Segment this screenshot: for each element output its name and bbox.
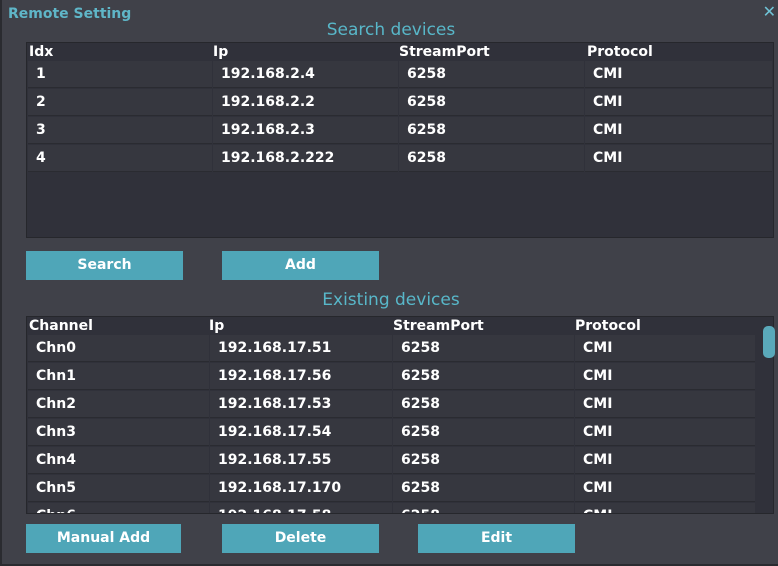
column-header-idx[interactable]: Idx bbox=[29, 43, 53, 61]
table-cell: 6258 bbox=[399, 61, 584, 88]
table-cell: Chn4 bbox=[28, 447, 209, 474]
column-header-protocol[interactable]: Protocol bbox=[575, 317, 641, 335]
table-cell: CMI bbox=[575, 363, 755, 390]
table-cell: Chn5 bbox=[28, 475, 209, 502]
table-cell: CMI bbox=[585, 89, 772, 116]
remote-setting-window: Remote Setting ✕ Search devices Idx Ip S… bbox=[0, 0, 778, 566]
table-cell: Chn1 bbox=[28, 363, 209, 390]
table-cell: 6258 bbox=[393, 363, 574, 390]
table-cell: 192.168.17.58 bbox=[210, 503, 392, 513]
table-cell: 192.168.2.4 bbox=[213, 61, 398, 88]
column-header-ip[interactable]: Ip bbox=[209, 317, 224, 335]
existing-devices-table[interactable]: Channel Ip StreamPort Protocol Chn0 192.1… bbox=[26, 316, 774, 514]
table-cell: CMI bbox=[575, 335, 755, 362]
search-button[interactable]: Search bbox=[26, 251, 183, 280]
table-cell: 192.168.2.2 bbox=[213, 89, 398, 116]
search-devices-table[interactable]: Idx Ip StreamPort Protocol 1 192.168.2.4 6… bbox=[26, 42, 774, 238]
table-cell: Chn2 bbox=[28, 391, 209, 418]
table-cell: 192.168.17.55 bbox=[210, 447, 392, 474]
table-row[interactable]: Chn1 192.168.17.56 6258 CMI bbox=[27, 363, 773, 391]
table-cell: CMI bbox=[585, 117, 772, 144]
table-row[interactable]: Chn5 192.168.17.170 6258 CMI bbox=[27, 475, 773, 503]
table-cell: 6258 bbox=[399, 89, 584, 116]
table-cell: CMI bbox=[575, 447, 755, 474]
table-cell: 6258 bbox=[393, 391, 574, 418]
scrollbar-thumb[interactable] bbox=[763, 326, 775, 358]
table-row[interactable]: Chn3 192.168.17.54 6258 CMI bbox=[27, 419, 773, 447]
column-header-ip[interactable]: Ip bbox=[213, 43, 228, 61]
existing-devices-title: Existing devices bbox=[322, 290, 460, 310]
manual-add-button[interactable]: Manual Add bbox=[26, 524, 181, 553]
table-row[interactable]: 4 192.168.2.222 6258 CMI bbox=[27, 145, 773, 173]
column-header-streamport[interactable]: StreamPort bbox=[393, 317, 484, 335]
table-row[interactable]: 1 192.168.2.4 6258 CMI bbox=[27, 61, 773, 89]
close-icon[interactable]: ✕ bbox=[763, 4, 776, 20]
table-cell: 192.168.2.222 bbox=[213, 145, 398, 172]
edit-button[interactable]: Edit bbox=[418, 524, 575, 553]
table-cell: 6258 bbox=[393, 447, 574, 474]
table-cell: 1 bbox=[28, 61, 212, 88]
table-cell: Chn6 bbox=[28, 503, 209, 513]
table-row[interactable]: Chn6192.168.17.586258CMI bbox=[27, 503, 773, 513]
table-cell: 6258 bbox=[393, 503, 574, 513]
table-cell: 6258 bbox=[399, 117, 584, 144]
table-cell: CMI bbox=[585, 61, 772, 88]
table-cell: 4 bbox=[28, 145, 212, 172]
table-cell: CMI bbox=[575, 391, 755, 418]
table-row[interactable]: 2 192.168.2.2 6258 CMI bbox=[27, 89, 773, 117]
table-row[interactable]: Chn4 192.168.17.55 6258 CMI bbox=[27, 447, 773, 475]
table-cell: 192.168.17.53 bbox=[210, 391, 392, 418]
delete-button[interactable]: Delete bbox=[222, 524, 379, 553]
column-header-channel[interactable]: Channel bbox=[29, 317, 93, 335]
table-cell: 192.168.17.51 bbox=[210, 335, 392, 362]
search-devices-title: Search devices bbox=[326, 20, 456, 40]
table-cell: CMI bbox=[575, 503, 755, 513]
table-cell: 6258 bbox=[393, 335, 574, 362]
table-cell: 192.168.2.3 bbox=[213, 117, 398, 144]
table-cell: 3 bbox=[28, 117, 212, 144]
table-cell: 6258 bbox=[399, 145, 584, 172]
existing-devices-scrollbar[interactable] bbox=[762, 326, 776, 512]
table-cell: 6258 bbox=[393, 419, 574, 446]
table-cell: 192.168.17.56 bbox=[210, 363, 392, 390]
table-row[interactable]: 3 192.168.2.3 6258 CMI bbox=[27, 117, 773, 145]
table-row[interactable]: Chn2 192.168.17.53 6258 CMI bbox=[27, 391, 773, 419]
table-cell: 2 bbox=[28, 89, 212, 116]
table-cell: CMI bbox=[575, 419, 755, 446]
table-cell: CMI bbox=[585, 145, 772, 172]
column-header-streamport[interactable]: StreamPort bbox=[399, 43, 490, 61]
table-cell: CMI bbox=[575, 475, 755, 502]
column-header-protocol[interactable]: Protocol bbox=[587, 43, 653, 61]
table-row[interactable]: Chn0 192.168.17.51 6258 CMI bbox=[27, 335, 773, 363]
table-cell: 6258 bbox=[393, 475, 574, 502]
add-button[interactable]: Add bbox=[222, 251, 379, 280]
table-cell: Chn3 bbox=[28, 419, 209, 446]
table-cell: Chn0 bbox=[28, 335, 209, 362]
table-cell: 192.168.17.54 bbox=[210, 419, 392, 446]
table-cell: 192.168.17.170 bbox=[210, 475, 392, 502]
